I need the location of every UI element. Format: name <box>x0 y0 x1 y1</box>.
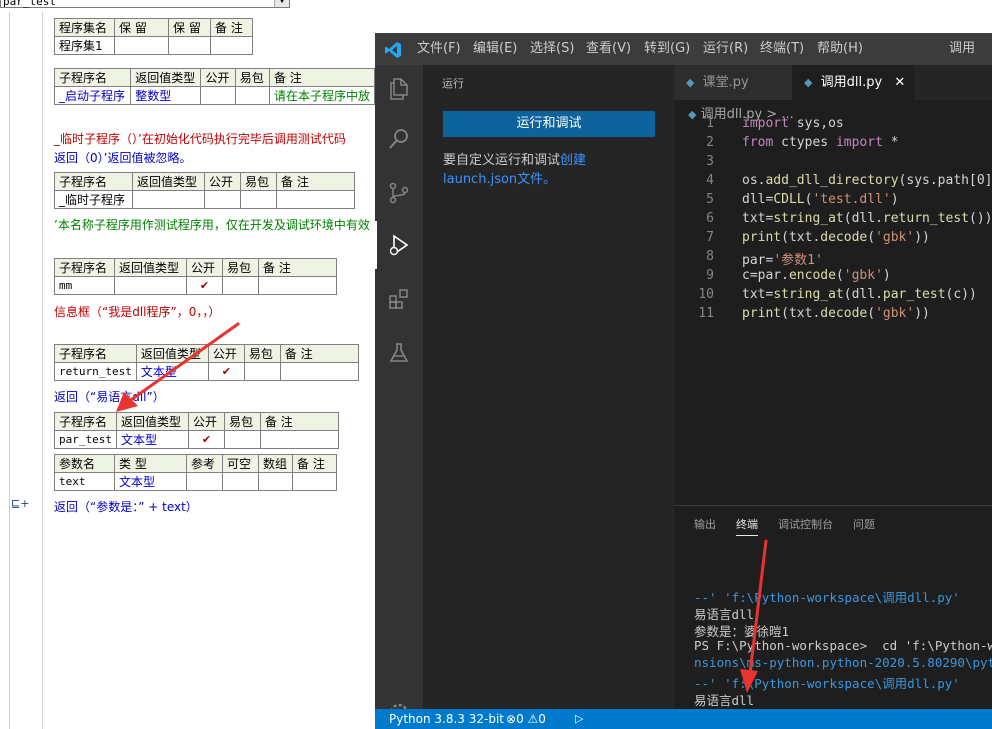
code-line[interactable]: 4 os.add_dll_directory(sys.path[0]) <box>674 173 992 192</box>
menu-terminal[interactable]: 终端(T) <box>760 33 804 65</box>
vscode-window: 文件(F) 编辑(E) 选择(S) 查看(V) 转到(G) 运行(R) 终端(T… <box>375 33 992 729</box>
code-line[interactable]: 6 txt=string_at(dll.return_test()) <box>674 211 992 230</box>
hint-suffix[interactable]: 文件。 <box>517 172 556 187</box>
menu-help[interactable]: 帮助(H) <box>817 33 863 65</box>
python-file-icon: ◆ <box>804 76 813 89</box>
code-editor[interactable]: ◆ 调用dll.py > ... 1 import sys,os 2 from cty… <box>674 100 992 505</box>
line-number: 9 <box>706 268 714 283</box>
error-count: 0 <box>516 712 524 726</box>
status-bar: Python 3.8.3 32-bit ⊗0 ⚠0 ▷ <box>375 709 992 729</box>
warning-icon: ⚠ <box>527 712 539 726</box>
code-line[interactable]: 5 dll=CDLL('test.dll') <box>674 192 899 211</box>
code-line[interactable]: 7 print(txt.decode('gbk')) <box>674 230 930 249</box>
tab-diaoyong-dll[interactable]: ◆ 调用dll.py ✕ <box>792 65 914 100</box>
run-and-debug-button[interactable]: 运行和调试 <box>443 111 655 137</box>
warning-count: 0 <box>538 712 546 726</box>
line-number: 2 <box>706 135 714 150</box>
line-number: 6 <box>706 211 714 226</box>
source-control-icon[interactable] <box>375 169 423 217</box>
code-line[interactable]: 10 txt=string_at(dll.par_test(c)) <box>674 287 977 306</box>
run-debug-icon[interactable] <box>375 221 423 269</box>
code-text[interactable]: from ctypes import * <box>742 135 899 154</box>
explorer-icon[interactable] <box>375 65 423 113</box>
window-title: 调用dll.py <box>949 41 985 88</box>
sidebar-title: 运行 <box>442 77 464 90</box>
tab-ketang[interactable]: ◆ 课堂.py <box>674 65 792 100</box>
menu-selection[interactable]: 选择(S) <box>530 33 574 65</box>
line-number: 1 <box>706 116 714 131</box>
sidebar-hint: 要自定义运行和调试创建 launch.json文件。 <box>443 151 658 189</box>
testing-flask-icon[interactable] <box>375 329 423 377</box>
code-text[interactable]: print(txt.decode('gbk')) <box>742 230 930 249</box>
activity-bar <box>375 65 423 723</box>
hint-text: 要自定义运行和调试 <box>443 153 561 168</box>
error-icon: ⊗ <box>506 712 517 726</box>
code-text[interactable]: txt=string_at(dll.return_test()) <box>742 211 992 230</box>
python-file-icon: ◆ <box>686 76 695 89</box>
menu-run[interactable]: 运行(R) <box>703 33 748 65</box>
line-number: 5 <box>706 192 714 207</box>
code-line[interactable]: 3 <box>674 154 742 173</box>
extensions-icon[interactable] <box>375 275 423 323</box>
annotation-arrow-right <box>740 539 768 693</box>
code-line[interactable]: 9 c=par.encode('gbk') <box>674 268 891 287</box>
line-number: 11 <box>698 306 714 321</box>
vscode-logo-icon[interactable] <box>384 41 402 59</box>
search-icon[interactable] <box>375 115 423 163</box>
code-text[interactable]: dll=CDLL('test.dll') <box>742 192 899 211</box>
tab-label: 课堂.py <box>702 75 749 90</box>
line-number: 10 <box>698 287 714 302</box>
code-line[interactable]: 2 from ctypes import * <box>674 135 899 154</box>
code-text[interactable]: import sys,os <box>742 116 844 135</box>
code-text[interactable]: os.add_dll_directory(sys.path[0]) <box>742 173 992 192</box>
menu-view[interactable]: 查看(V) <box>586 33 631 65</box>
code-line[interactable]: 11 print(txt.decode('gbk')) <box>674 306 930 325</box>
code-text[interactable]: par='参数1' <box>742 249 823 268</box>
close-icon[interactable]: ✕ <box>894 75 905 90</box>
annotation-arrow-left <box>116 322 240 412</box>
menu-edit[interactable]: 编辑(E) <box>473 33 517 65</box>
line-number: 4 <box>706 173 714 188</box>
editor-tabs: ◆ 课堂.py ◆ 调用dll.py ✕ <box>674 65 992 100</box>
python-interpreter[interactable]: Python 3.8.3 32-bit <box>389 709 504 729</box>
line-number: 7 <box>706 230 714 245</box>
line-number: 8 <box>706 249 714 264</box>
menu-file[interactable]: 文件(F) <box>417 33 461 65</box>
run-sidebar: 运行 运行和调试 要自定义运行和调试创建 launch.json文件。 <box>423 65 674 709</box>
code-text[interactable]: txt=string_at(dll.par_test(c)) <box>742 287 977 306</box>
run-icon[interactable]: ▷ <box>575 709 583 729</box>
code-line[interactable]: 1 import sys,os <box>674 116 844 135</box>
code-line[interactable]: 8 par='参数1' <box>674 249 823 268</box>
tab-label: 调用dll.py <box>820 75 883 90</box>
menu-go[interactable]: 转到(G) <box>644 33 690 65</box>
problems-indicator[interactable]: ⊗0 ⚠0 <box>506 709 546 729</box>
eyuyan-editor: par_test ▼ 程序集名 保 留 保 留 备 注 程序集1 子程序名 返回… <box>0 0 375 729</box>
code-text[interactable]: print(txt.decode('gbk')) <box>742 306 930 325</box>
code-text[interactable]: c=par.encode('gbk') <box>742 268 891 287</box>
menu-bar: 文件(F) 编辑(E) 选择(S) 查看(V) 转到(G) 运行(R) 终端(T… <box>375 33 992 88</box>
line-number: 3 <box>706 154 714 169</box>
